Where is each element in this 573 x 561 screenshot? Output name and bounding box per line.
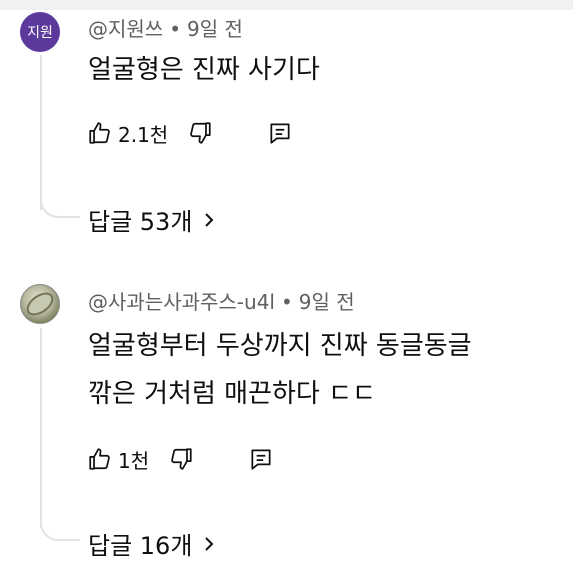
comment-time[interactable]: 9일 전 <box>299 290 355 314</box>
comment-time[interactable]: 9일 전 <box>187 17 243 41</box>
comment-text: 얼굴형은 진짜 사기다 <box>88 55 320 85</box>
like-count: 1천 <box>118 448 150 473</box>
thread-connector <box>40 513 80 541</box>
avatar[interactable] <box>20 284 60 324</box>
chevron-right-icon <box>202 535 216 553</box>
meta-separator: • <box>280 290 293 314</box>
meta-separator: • <box>169 17 181 41</box>
comment-meta: @지원쓰 • 9일 전 <box>88 13 243 42</box>
comment-text: 깎은 거처럼 매끈하다 ㄷㄷ <box>88 379 376 409</box>
view-replies-button[interactable]: 답글 16개 <box>88 526 216 561</box>
comment-actions: 2.1천 <box>86 116 294 150</box>
view-replies-button[interactable]: 답글 53개 <box>88 202 216 237</box>
replies-label: 답글 53개 <box>88 208 193 236</box>
chevron-right-icon <box>202 211 216 229</box>
comment-actions: 1천 <box>86 442 275 476</box>
comment-meta: @사과는사과주스-u4l • 9일 전 <box>88 286 355 315</box>
comment-text: 얼굴형부터 두상까지 진짜 동글동글 <box>88 331 472 361</box>
avatar[interactable]: 지원 <box>20 12 60 52</box>
top-strip <box>0 0 573 10</box>
comment-author[interactable]: @지원쓰 <box>88 17 163 41</box>
like-count: 2.1천 <box>118 122 169 147</box>
thread-line <box>40 328 42 528</box>
avatar-image <box>22 288 58 320</box>
thumbs-up-icon[interactable] <box>86 445 114 473</box>
thread-connector <box>40 190 80 218</box>
thumbs-up-icon[interactable] <box>86 119 114 147</box>
thumbs-down-icon[interactable] <box>186 119 214 147</box>
thumbs-down-icon[interactable] <box>167 445 195 473</box>
comment-icon[interactable] <box>247 445 275 473</box>
avatar-initials: 지원 <box>27 25 53 41</box>
comment-icon[interactable] <box>266 119 294 147</box>
thread-line <box>40 55 42 210</box>
comment-author[interactable]: @사과는사과주스-u4l <box>88 290 275 314</box>
replies-label: 답글 16개 <box>88 532 193 560</box>
